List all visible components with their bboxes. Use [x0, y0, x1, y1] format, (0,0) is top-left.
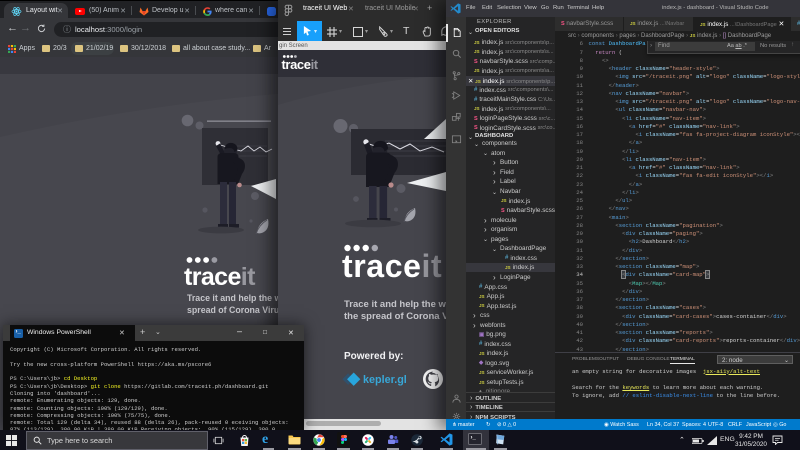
- svg-text:kepler.gl: kepler.gl: [363, 374, 407, 386]
- svg-text:traceit: traceit: [282, 57, 319, 72]
